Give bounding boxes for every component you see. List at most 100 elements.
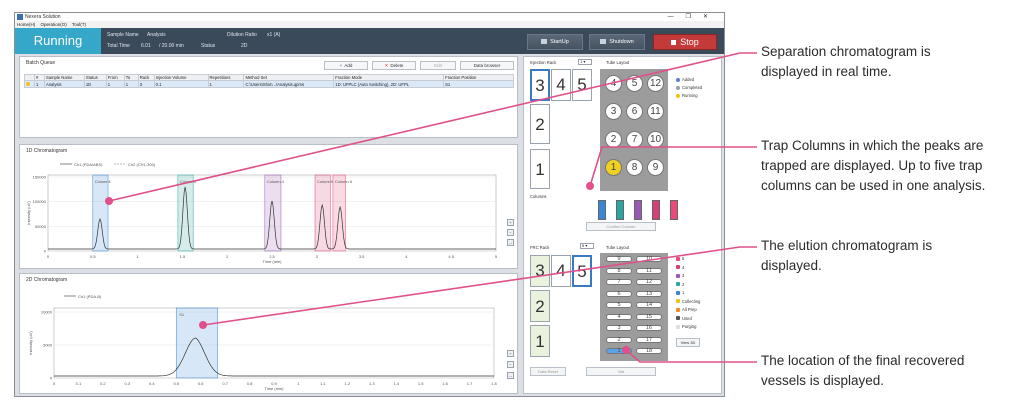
tube[interactable]: 11: [647, 103, 664, 120]
injection-rack-2[interactable]: 2: [530, 104, 550, 144]
x-tick-label: 0.6: [198, 381, 204, 386]
zoom-out-icon[interactable]: −: [507, 229, 514, 236]
tube-running[interactable]: 1: [605, 159, 622, 176]
fraction-tube[interactable]: 11: [636, 267, 662, 274]
tube[interactable]: 3: [605, 103, 622, 120]
chromatogram-1d-plot[interactable]: Ch1 (PDA/ABS) Ch2 (CH1-300)15000010000050…: [20, 145, 519, 270]
tube[interactable]: 9: [647, 159, 664, 176]
zoom-reset-icon[interactable]: ↔: [507, 239, 514, 246]
fraction-tube[interactable]: 5: [606, 302, 632, 308]
sample-name-label: Sample Name: [107, 32, 139, 38]
fraction-tube[interactable]: 15: [636, 313, 662, 320]
running-dot-icon: [26, 81, 30, 86]
fraction-tube[interactable]: 2: [606, 336, 632, 343]
legend-label: 3: [682, 273, 685, 278]
tube[interactable]: 7: [626, 131, 643, 148]
view-3d-button[interactable]: View 3D: [676, 338, 700, 347]
tube[interactable]: 5: [626, 75, 643, 92]
empty-row: [24, 105, 514, 115]
x-tick-label: 0.5: [90, 254, 96, 259]
chromatogram-1d-panel: 1D Chromatogram Ch1 (PDA/ABS) Ch2 (CH1-30…: [19, 144, 518, 269]
menu-tool[interactable]: Tool(T): [72, 22, 86, 27]
table-row[interactable]: 1 Analysis 1D 1 1 3 0.1 1 C:\Users\Shim...\Analy…: [24, 80, 514, 88]
tube[interactable]: 12: [647, 75, 664, 92]
injection-rack-5[interactable]: 5: [572, 69, 592, 101]
injection-rack-4[interactable]: 4: [551, 69, 571, 101]
maximize-button[interactable]: ❐: [686, 14, 703, 20]
tube[interactable]: 4: [605, 75, 622, 92]
data-reset-button[interactable]: Data Reset: [530, 367, 566, 376]
frc-rack-label: FRC Rack: [530, 245, 550, 250]
legend-item: 4: [676, 265, 684, 270]
x-tick-label: 1.4: [393, 381, 399, 386]
table-cell: 0.1: [153, 80, 209, 88]
minimize-button[interactable]: —: [668, 14, 686, 20]
zoom-out-icon[interactable]: −: [507, 361, 514, 368]
fraction-tube[interactable]: 12: [636, 279, 662, 285]
x-tick-label: 0.4: [149, 381, 155, 386]
total-time-value: 6.01: [141, 43, 151, 49]
fraction-tube[interactable]: 14: [636, 302, 662, 308]
zoom-reset-icon[interactable]: ↔: [507, 372, 514, 379]
menu-operation[interactable]: Operation(O): [41, 22, 67, 27]
vial-button[interactable]: Vial: [586, 367, 656, 376]
frc-rack-4[interactable]: 4: [551, 255, 571, 287]
trap-column-5[interactable]: [670, 200, 678, 220]
shutdown-button[interactable]: Shutdown: [589, 34, 645, 50]
frc-rack-2[interactable]: 2: [530, 290, 550, 322]
legend-item: Collecting: [676, 299, 700, 304]
x-tick-label: 0.7: [222, 381, 228, 386]
tube[interactable]: 10: [647, 131, 664, 148]
zoom-in-icon[interactable]: +: [507, 350, 514, 357]
zoom-in-icon[interactable]: +: [507, 219, 514, 226]
injection-rack-1[interactable]: 1: [530, 149, 550, 189]
legend-label: 2: [682, 281, 685, 287]
startup-icon: [541, 39, 548, 45]
fraction-tube[interactable]: 16: [636, 325, 662, 331]
trap-column-1[interactable]: [598, 200, 606, 220]
menu-home[interactable]: Home(H): [17, 22, 35, 27]
tube[interactable]: 2: [605, 131, 622, 148]
injection-rack-select[interactable]: 1 ▾: [578, 59, 592, 65]
delete-button[interactable]: ✕ Delete: [372, 61, 416, 70]
trap-column-4[interactable]: [652, 200, 660, 220]
fraction-tube[interactable]: 6: [606, 290, 632, 297]
legend-label: Added: [682, 77, 695, 82]
dilution-ratio-label: Dilution Ratio: [227, 32, 257, 38]
fraction-tube[interactable]: 13: [636, 290, 662, 297]
data-browser-button[interactable]: Data browser: [460, 61, 514, 70]
frc-rack-1[interactable]: 1: [530, 325, 550, 357]
frc-rack-5[interactable]: 5: [572, 255, 592, 287]
fraction-tube[interactable]: 10: [636, 256, 662, 262]
legend-dot-icon: [676, 93, 680, 98]
fraction-tube[interactable]: 17: [636, 336, 662, 343]
fraction-tube[interactable]: 18: [636, 348, 662, 354]
fraction-tube[interactable]: 3: [606, 325, 632, 331]
legend-swatch-icon: [676, 290, 680, 295]
injection-rack-3[interactable]: 3: [530, 69, 550, 101]
fraction-tube[interactable]: 4: [606, 313, 632, 320]
chromatogram-2d-plot[interactable]: Ch1 (PDA-B) 10000 5000 0 Intensity (uV) 0 0.1 0…: [20, 274, 519, 395]
callout-separation: Separation chromatogram is displayed in …: [761, 42, 931, 82]
confirm-column-button[interactable]: Confirm Column: [586, 222, 656, 231]
tube[interactable]: 6: [626, 103, 643, 120]
fraction-window: [175, 307, 219, 379]
window-controls[interactable]: —❐✕: [668, 13, 720, 21]
fraction-tube[interactable]: 1: [606, 348, 632, 354]
tube[interactable]: 8: [626, 159, 643, 176]
frc-rack-3[interactable]: 3: [530, 255, 550, 287]
fraction-tube[interactable]: 9: [606, 256, 632, 262]
close-button[interactable]: ✕: [703, 14, 720, 20]
y-tick-label: 0: [44, 249, 47, 254]
legend-dot-icon: [676, 77, 680, 82]
startup-button[interactable]: StartUp: [527, 34, 583, 50]
edit-button[interactable]: Edit: [420, 61, 456, 70]
frc-rack-select[interactable]: 5 ▾: [580, 243, 594, 249]
trap-column-3[interactable]: [634, 200, 642, 220]
batch-queue-title: Batch Queue: [26, 60, 56, 66]
add-button[interactable]: + Add: [324, 61, 368, 70]
trap-column-2[interactable]: [616, 200, 624, 220]
fraction-tube[interactable]: 8: [606, 267, 632, 274]
fraction-tube[interactable]: 7: [606, 279, 632, 285]
stop-button[interactable]: Stop: [653, 34, 717, 50]
